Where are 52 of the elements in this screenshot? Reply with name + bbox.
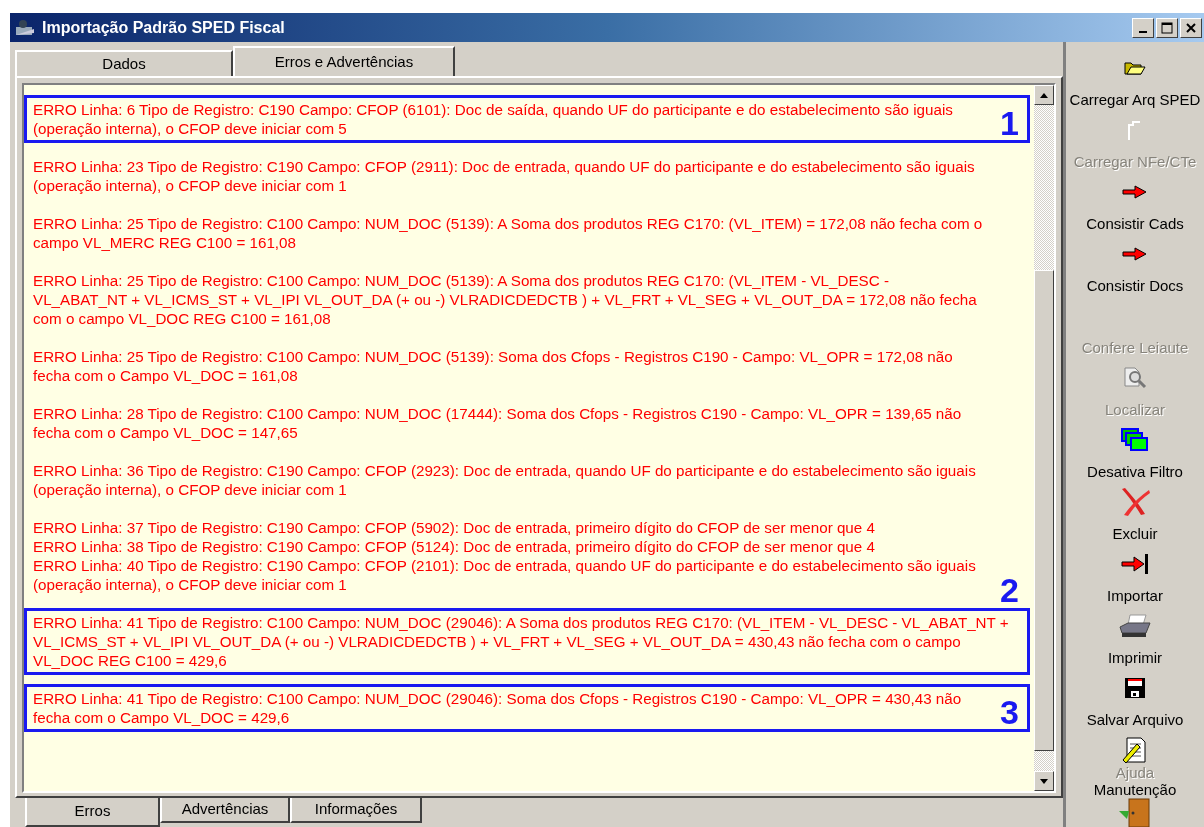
toolbar-button[interactable]: Importar bbox=[1107, 550, 1163, 612]
find-icon bbox=[1122, 366, 1148, 390]
toolbar-button[interactable]: Salvar Arquivo bbox=[1086, 674, 1184, 736]
callout-number: 2 bbox=[1000, 573, 1019, 607]
up-arrow-icon bbox=[1040, 92, 1048, 98]
toolbar-button[interactable]: Imprimir bbox=[1107, 612, 1163, 674]
tab[interactable]: Erros bbox=[25, 798, 160, 827]
scroll-down-button[interactable] bbox=[1034, 771, 1054, 791]
printer-icon bbox=[1118, 613, 1152, 639]
error-message: ERRO Linha: 37 Tipo de Registro: C190 Campo: CFOP (5902): Doc de entrada, primeiro dígito do CFOP de ser menor que 4 bbox=[33, 518, 876, 537]
arrow-icon bbox=[1122, 247, 1148, 261]
notepad-icon bbox=[1121, 736, 1149, 764]
callout-number: 1 bbox=[1000, 106, 1019, 140]
folder-icon bbox=[1124, 60, 1146, 76]
callout-number: 3 bbox=[1000, 695, 1019, 729]
scroll-up-button[interactable] bbox=[1034, 85, 1054, 105]
tab[interactable]: Advertências bbox=[160, 798, 290, 823]
toolbar-button[interactable]: Manutenção bbox=[1093, 781, 1177, 826]
error-message: ERRO Linha: 25 Tipo de Registro: C100 Campo: NUM_DOC (5139): A Soma dos produtos REG C170: (VL_ITEM - VL_DESC - VL_ABAT_NT + VL_ICMS_ST + VL_IPI VL_OUT_DA (+ ou -) VLRADICDEDCTB ) + VL_FRT + VL_SEG + VL_OUT_DA = 172,08 não fecha com o campo VL_DOC REG C100 = 161,08 bbox=[33, 271, 978, 328]
close-icon bbox=[1186, 22, 1196, 33]
tab[interactable]: Informações bbox=[290, 798, 422, 823]
minimize-icon bbox=[1139, 30, 1147, 33]
close-button[interactable] bbox=[1180, 17, 1202, 38]
app-icon bbox=[14, 18, 36, 37]
error-message: ERRO Linha: 41 Tipo de Registro: C100 Campo: NUM_DOC (29046): A Soma dos produtos REG C170: (VL_ITEM - VL_DESC - VL_ABAT_NT + VL_ICMS_ST + VL_IPI VL_OUT_DA (+ ou -) VLRADICDEDCTB ) + VL_FRT + VL_SEG + VL_OUT_DA = 430,43 não fecha com o campo VL_DOC REG C100 = 429,6 bbox=[33, 613, 1010, 670]
toolbar-button[interactable]: Consistir Cads bbox=[1086, 178, 1184, 240]
arrow-to-bar-icon bbox=[1121, 553, 1149, 575]
down-arrow-icon bbox=[1040, 778, 1048, 784]
error-message: ERRO Linha: 25 Tipo de Registro: C100 Campo: NUM_DOC (5139): A Soma dos produtos REG C170: (VL_ITEM) = 172,08 não fecha com o campo VL_MERC REG C100 = 161,08 bbox=[33, 214, 984, 252]
tab[interactable]: Erros e Advertências bbox=[233, 46, 455, 76]
maximize-button[interactable] bbox=[1156, 17, 1178, 38]
toolbar-button[interactable]: Carregar Arq SPED bbox=[1069, 54, 1201, 116]
stacked-windows-icon bbox=[1121, 428, 1149, 452]
minimize-button[interactable] bbox=[1132, 17, 1154, 38]
error-message: ERRO Linha: 23 Tipo de Registro: C190 Campo: CFOP (2911): Doc de entrada, quando UF do participante e do estabelecimento são iguais (operação interna), o CFOP deve iniciar com 1 bbox=[33, 157, 976, 195]
window-title: Importação Padrão SPED Fiscal bbox=[42, 17, 285, 38]
error-message: ERRO Linha: 28 Tipo de Registro: C100 Campo: NUM_DOC (17444): Soma dos Cfops - Registros C190 - Campo: VL_OPR = 139,65 não fecha com o Campo VL_DOC = 147,65 bbox=[33, 404, 963, 442]
delete-icon bbox=[1119, 487, 1151, 517]
toolbar-button[interactable]: Excluir bbox=[1112, 488, 1158, 550]
scrollbar[interactable] bbox=[1034, 85, 1054, 791]
error-message: ERRO Linha: 6 Tipo de Registro: C190 Campo: CFOP (6101): Doc de saída, quando UF do participante e do estabelecimento são iguais (operação interna), o CFOP deve iniciar com 5 bbox=[33, 100, 954, 138]
toolbar-button[interactable]: Consistir Docs bbox=[1086, 240, 1184, 302]
error-message: ERRO Linha: 36 Tipo de Registro: C190 Campo: CFOP (2923): Doc de entrada, quando UF do participante e do estabelecimento são iguais (operação interna), o CFOP deve iniciar com 1 bbox=[33, 461, 977, 499]
arrow-icon bbox=[1122, 185, 1148, 199]
door-icon bbox=[1117, 797, 1153, 827]
toolbar-button[interactable]: Desativa Filtro bbox=[1087, 426, 1183, 488]
error-message: ERRO Linha: 41 Tipo de Registro: C100 Campo: NUM_DOC (29046): Soma dos Cfops - Registros C190 - Campo: VL_OPR = 430,43 não fecha com o Campo VL_DOC = 429,6 bbox=[33, 689, 963, 727]
error-message: ERRO Linha: 25 Tipo de Registro: C100 Campo: NUM_DOC (5139): Soma dos Cfops - Registros C190 - Campo: VL_OPR = 172,08 não fecha com o Campo VL_DOC = 161,08 bbox=[33, 347, 954, 385]
maximize-icon bbox=[1161, 21, 1173, 34]
error-message: ERRO Linha: 40 Tipo de Registro: C190 Campo: CFOP (2101): Doc de entrada, quando UF do participante e do estabelecimento são iguais (operação interna), o CFOP deve iniciar com 1 bbox=[33, 556, 977, 594]
error-message: ERRO Linha: 38 Tipo de Registro: C190 Campo: CFOP (5124): Doc de entrada, primeiro dígito do CFOP de ser menor que 4 bbox=[33, 537, 876, 556]
tab[interactable]: Dados bbox=[15, 50, 233, 76]
